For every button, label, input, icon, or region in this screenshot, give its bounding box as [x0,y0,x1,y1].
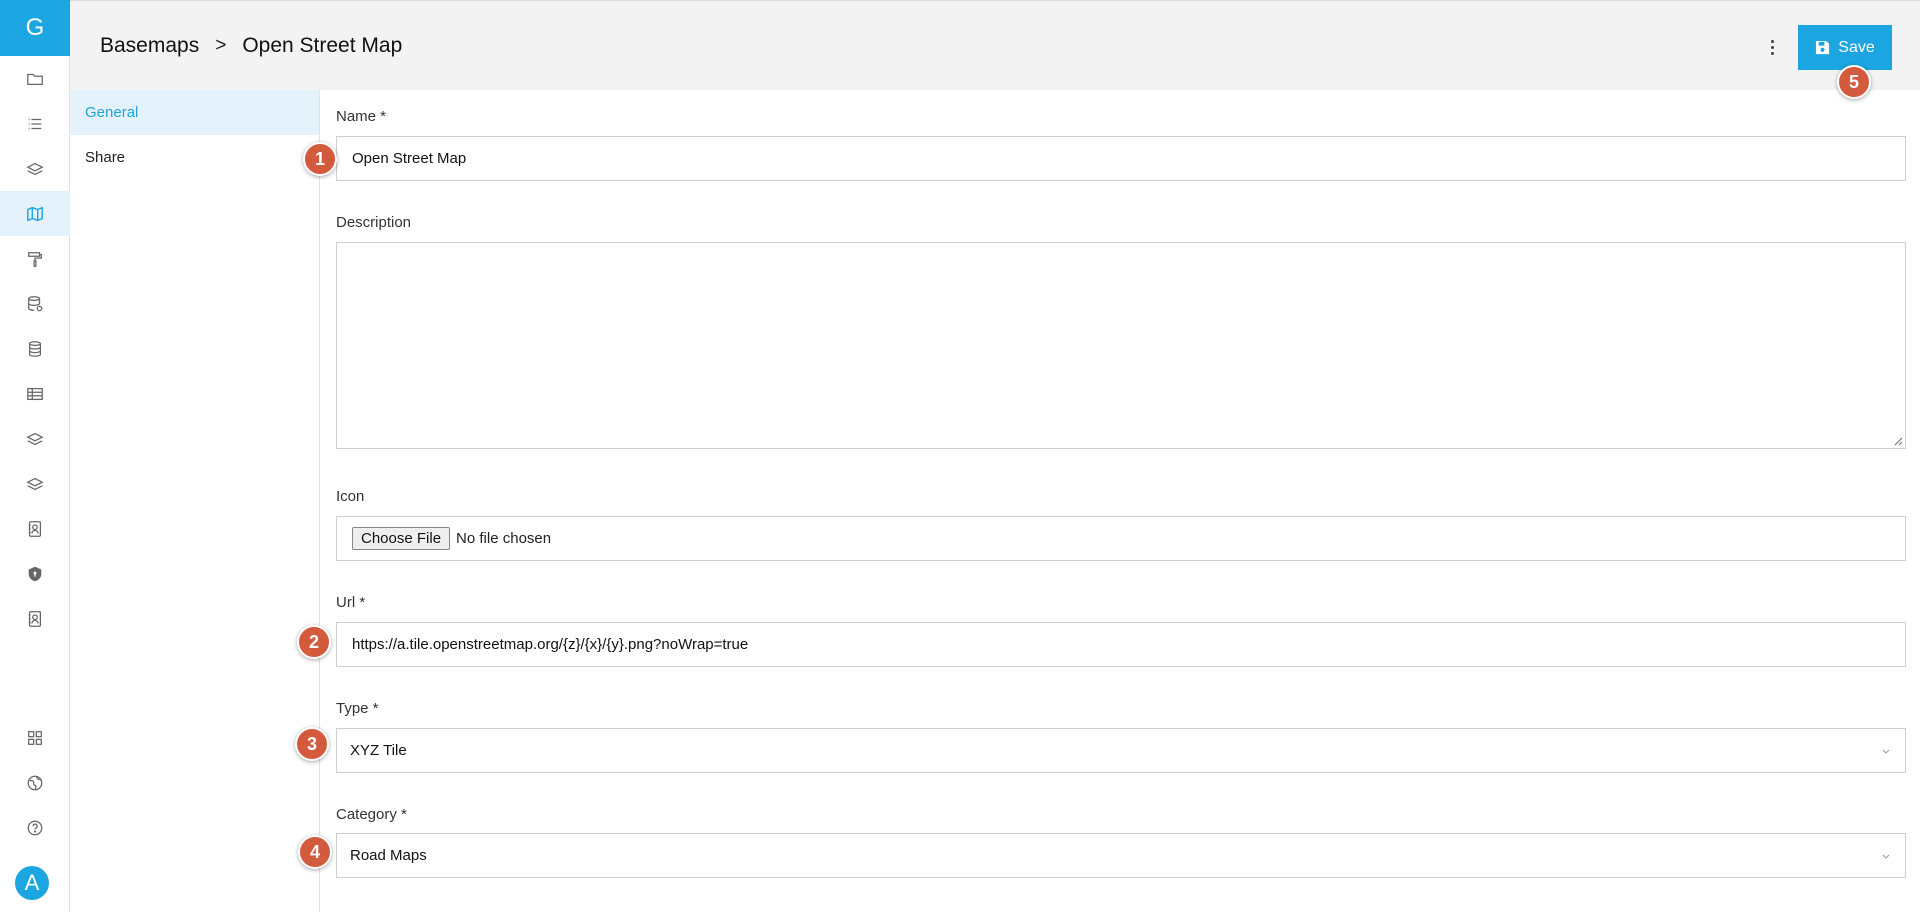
avatar-letter: A [24,870,40,895]
tab-general-label: General [85,104,139,121]
breadcrumb-separator: > [215,35,227,56]
rail-apps[interactable] [0,715,70,760]
rail-layers-2[interactable] [0,416,70,461]
url-field[interactable]: https://a.tile.openstreetmap.org/{z}/{x}… [336,622,1906,667]
shield-icon [28,566,42,581]
rail-users[interactable] [0,596,70,641]
choose-file-button[interactable]: Choose File [352,527,451,550]
rail-tables[interactable] [0,371,70,416]
app-logo[interactable]: G [0,0,70,56]
annotation-badge: 5 [1837,65,1871,99]
tab-share[interactable]: Share [70,135,319,180]
name-value: Open Street Map [352,150,467,167]
save-button[interactable]: Save [1798,25,1892,70]
file-status: No file chosen [456,530,552,547]
grid-icon [28,730,42,745]
rail-globe[interactable] [0,760,70,805]
help-icon [27,820,43,835]
type-select[interactable]: XYZ Tile [336,728,1906,773]
breadcrumb-current: Open Street Map [242,34,403,57]
category-value: Road Maps [350,847,427,864]
url-label: Url * [336,594,366,611]
description-label: Description [336,214,412,231]
rail-layers-3[interactable] [0,461,70,506]
logo-letter: G [25,14,45,41]
rail-folder[interactable] [0,56,70,101]
rail-security[interactable] [0,551,70,596]
rail-contacts[interactable] [0,506,70,551]
description-field[interactable] [336,242,1906,449]
map-icon [27,206,43,221]
icon-label: Icon [336,488,365,505]
rail-basemaps[interactable] [0,191,70,236]
annotation-badge: 3 [295,727,329,761]
globe-icon [27,775,43,790]
layers-icon [26,477,44,490]
resize-handle-icon[interactable] [1893,436,1903,446]
more-options-icon[interactable] [1762,35,1782,59]
list-icon [28,118,42,129]
annotation-badge: 4 [298,835,332,869]
chevron-down-icon [1882,854,1890,859]
tab-share-label: Share [85,149,126,166]
rail-styles[interactable] [0,236,70,281]
breadcrumb-basemaps[interactable]: Basemaps [100,34,199,58]
tab-general[interactable]: General [70,90,319,135]
rail-database[interactable] [0,326,70,371]
annotation-badge: 1 [303,142,337,176]
paint-roller-icon [28,251,42,267]
chevron-down-icon [1882,749,1890,754]
avatar[interactable]: A [15,866,49,900]
app-rail: G A [0,0,70,912]
annotation-badge: 2 [297,625,331,659]
rail-datasources[interactable] [0,281,70,326]
floppy-disk-icon [1816,40,1830,55]
layers-icon [26,162,44,175]
table-icon [27,387,43,400]
layers-icon [26,432,44,445]
folder-icon [27,73,43,85]
icon-field: Choose File No file chosen [336,516,1906,561]
type-label: Type * [336,700,379,717]
rail-list[interactable] [0,101,70,146]
rail-layers[interactable] [0,146,70,191]
page-header: Basemaps > Open Street Map Save [70,0,1920,90]
contact-card-icon [28,610,42,627]
category-label: Category * [336,806,407,823]
section-nav: General Share [70,90,320,912]
breadcrumb: Basemaps > Open Street Map [100,34,402,58]
category-select[interactable]: Road Maps [336,833,1906,878]
save-button-label: Save [1838,38,1875,56]
database-settings-icon [28,295,43,311]
name-label: Name * [336,108,387,125]
name-field[interactable]: Open Street Map [336,136,1906,181]
rail-help[interactable] [0,805,70,850]
url-value: https://a.tile.openstreetmap.org/{z}/{x}… [352,636,749,653]
type-value: XYZ Tile [350,742,407,759]
contact-card-icon [28,520,42,537]
database-icon [28,340,42,357]
